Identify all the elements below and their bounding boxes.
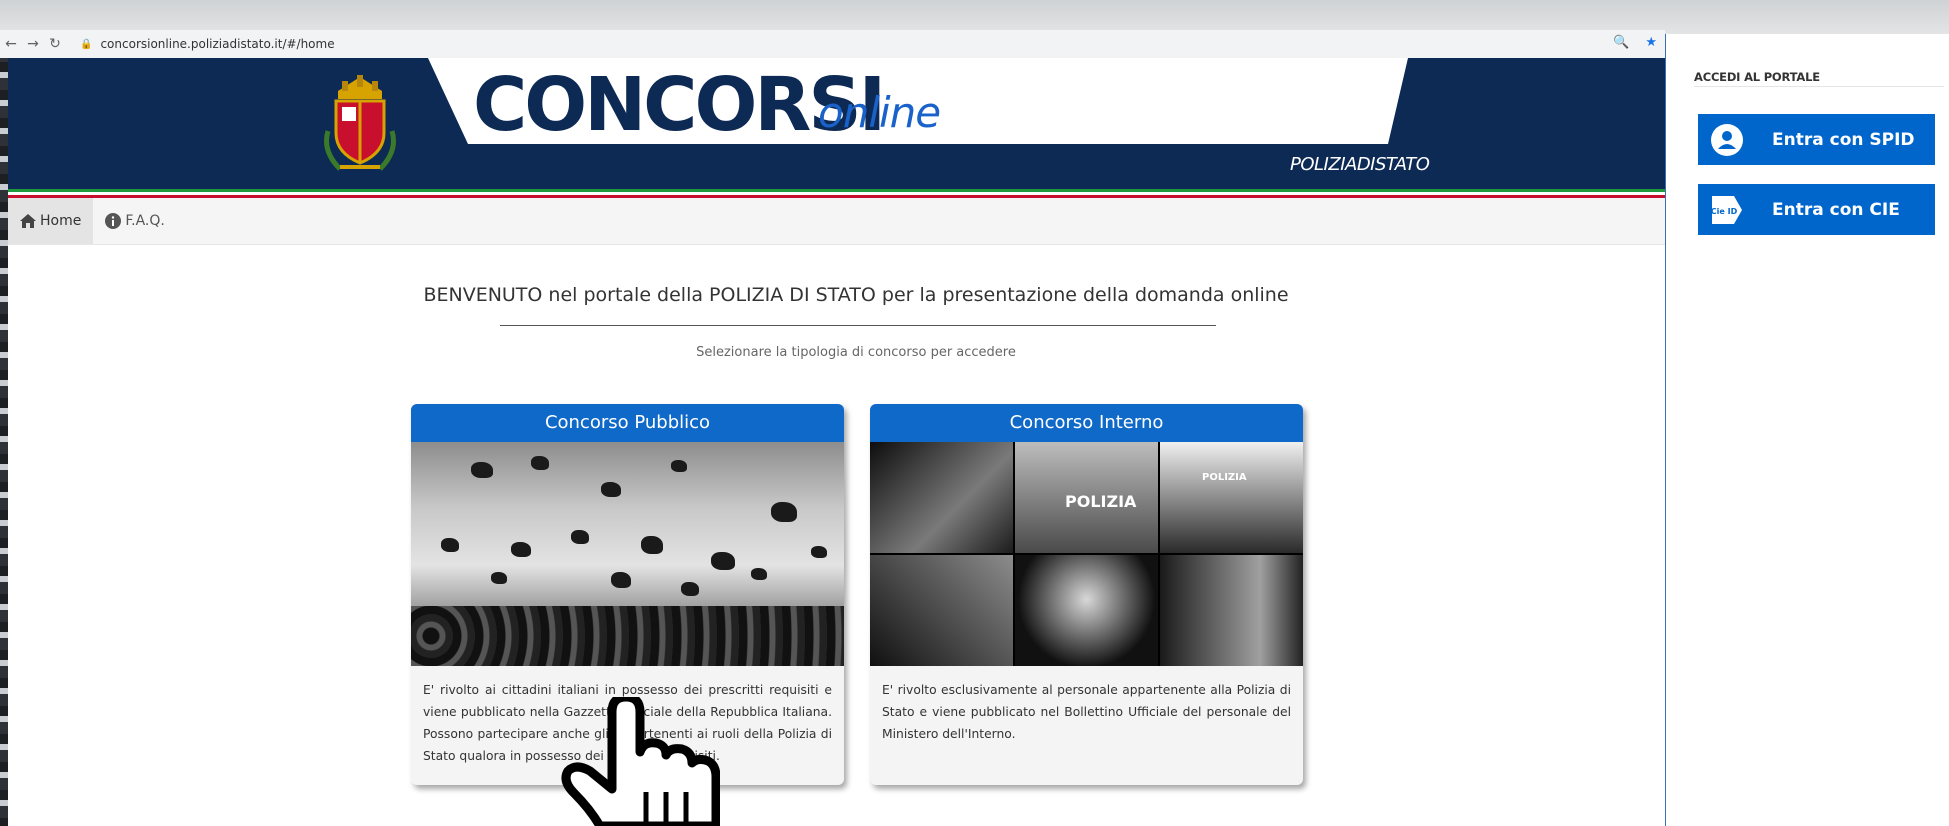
info-icon — [105, 213, 122, 229]
menu-item-faq[interactable]: F.A.Q. — [93, 198, 177, 244]
lock-icon: 🔒 — [80, 38, 93, 50]
url-text: concorsionline.poliziadistato.it/#/home — [100, 37, 335, 51]
background-strip — [0, 34, 8, 826]
forward-arrow-icon[interactable]: → — [22, 36, 44, 52]
brand-subtitle: POLIZIADISTATO — [1290, 154, 1430, 175]
card-concorso-interno[interactable]: Concorso Interno POLIZIA POLIZIA E' rivo… — [870, 404, 1303, 785]
main-menu: Home F.A.Q. — [8, 198, 1665, 245]
url-field[interactable]: 🔒 concorsionline.poliziadistato.it/#/hom… — [80, 37, 335, 51]
menu-item-home[interactable]: Home — [8, 198, 94, 244]
select-hint: Selezionare la tipologia di concorso per… — [696, 345, 1016, 360]
home-icon — [20, 214, 36, 228]
crowd-silhouette — [411, 606, 844, 666]
bookmark-star-icon[interactable]: ★ — [1645, 35, 1657, 50]
spid-login-button[interactable]: Entra con SPID — [1698, 114, 1935, 165]
back-arrow-icon[interactable]: ← — [0, 36, 22, 52]
menu-item-label: Home — [40, 213, 82, 229]
card-description: E' rivolto esclusivamente al personale a… — [882, 683, 1291, 741]
brand-online: online — [818, 88, 941, 137]
hand-pointer-cursor-icon — [561, 697, 720, 826]
reload-icon[interactable]: ↻ — [44, 36, 66, 52]
menu-item-label: F.A.Q. — [125, 213, 165, 229]
browser-address-bar: ← → ↻ 🔒 concorsionline.poliziadistato.it… — [0, 30, 1665, 58]
spid-label: Entra con SPID — [1772, 129, 1915, 150]
welcome-heading: BENVENUTO nel portale della POLIZIA DI S… — [423, 284, 1289, 306]
site-header: CONCORSI online POLIZIADISTATO — [8, 58, 1665, 189]
card-image-graduation-caps[interactable] — [411, 442, 844, 666]
site-page: CONCORSI online POLIZIADISTATO Home F.A.… — [8, 58, 1665, 826]
background-top — [0, 0, 1949, 34]
collage-label: POLIZIA — [1065, 492, 1137, 511]
card-image-police-collage[interactable]: POLIZIA POLIZIA — [870, 442, 1303, 666]
tricolor-stripe — [8, 189, 1665, 198]
card-title[interactable]: Concorso Interno — [870, 404, 1303, 442]
spid-user-icon — [1711, 123, 1743, 156]
collage-label: POLIZIA — [1202, 472, 1247, 483]
cie-id-icon: Cie ID — [1711, 195, 1742, 224]
cie-icon-text: Cie ID — [1711, 207, 1738, 216]
cie-login-button[interactable]: Cie ID Entra con CIE — [1698, 184, 1935, 235]
welcome-divider — [500, 325, 1216, 326]
cie-label: Entra con CIE — [1772, 199, 1900, 220]
sidebar-divider — [1694, 86, 1944, 87]
login-sidebar: ACCEDI AL PORTALE Entra con SPID Cie ID … — [1665, 34, 1949, 826]
polizia-emblem-icon — [324, 75, 396, 171]
card-title[interactable]: Concorso Pubblico — [411, 404, 844, 442]
zoom-icon[interactable]: 🔍 — [1613, 35, 1629, 50]
sidebar-title: ACCEDI AL PORTALE — [1694, 70, 1820, 84]
